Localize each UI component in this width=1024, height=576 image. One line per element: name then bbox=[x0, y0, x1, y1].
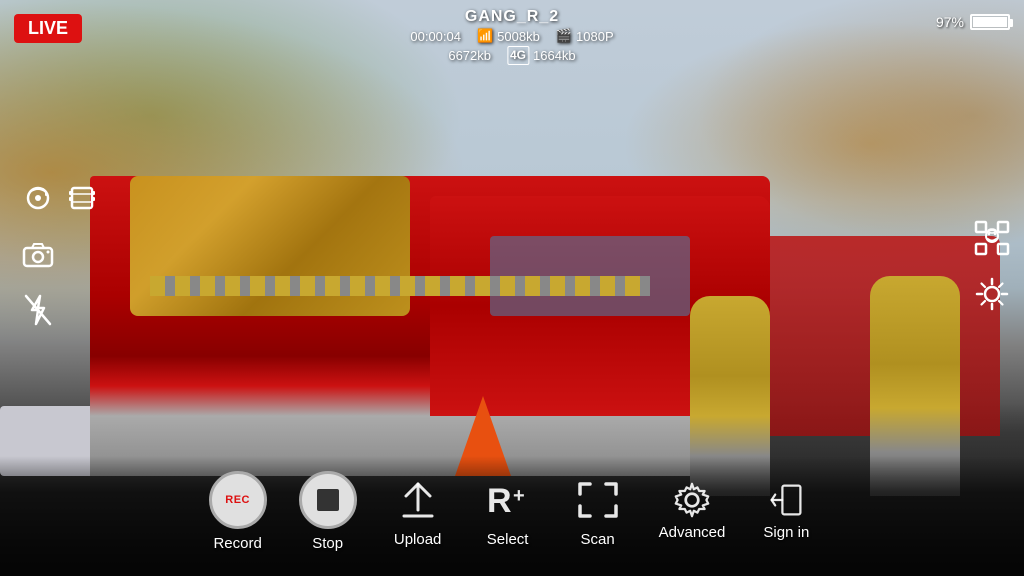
signin-label: Sign in bbox=[763, 524, 809, 541]
scan-button[interactable]: Scan bbox=[553, 465, 643, 568]
scan-label: Scan bbox=[581, 531, 615, 548]
upload-button[interactable]: Upload bbox=[373, 465, 463, 568]
advanced-label: Advanced bbox=[659, 524, 726, 541]
upload-label: Upload bbox=[394, 531, 442, 548]
brightness-icon[interactable] bbox=[974, 276, 1010, 312]
left-icons-panel bbox=[20, 180, 100, 328]
stop-button[interactable]: Stop bbox=[283, 461, 373, 572]
signin-button[interactable]: Sign in bbox=[741, 472, 831, 561]
record-button[interactable]: REC Record bbox=[193, 461, 283, 572]
rec-text: REC bbox=[225, 494, 250, 506]
film-mode-icon[interactable] bbox=[64, 180, 100, 216]
camera-view: LIVE GANG_R_2 00:00:04 📶 5008kb 🎬 1080P bbox=[0, 0, 1024, 576]
ladder bbox=[150, 276, 650, 296]
right-icons-panel bbox=[974, 220, 1010, 312]
live-badge[interactable]: LIVE bbox=[14, 14, 82, 43]
camera-360-icon[interactable] bbox=[20, 180, 56, 216]
rec-icon: REC bbox=[209, 471, 267, 529]
camera-mode-group bbox=[20, 180, 100, 216]
stop-icon bbox=[299, 471, 357, 529]
face-detect-icon[interactable] bbox=[974, 220, 1010, 256]
stop-label: Stop bbox=[312, 535, 343, 552]
record-label: Record bbox=[213, 535, 261, 552]
upload-icon bbox=[393, 475, 443, 525]
stop-square bbox=[317, 489, 339, 511]
select-label: Select bbox=[487, 531, 529, 548]
snapshot-icon[interactable] bbox=[20, 236, 56, 272]
bottom-control-bar: REC Record Stop bbox=[0, 456, 1024, 576]
select-icon: R + bbox=[483, 475, 533, 525]
svg-text:R: R bbox=[487, 482, 512, 520]
signin-icon bbox=[768, 482, 804, 518]
select-button[interactable]: R + Select bbox=[463, 465, 553, 568]
scan-icon bbox=[573, 475, 623, 525]
advanced-button[interactable]: Advanced bbox=[643, 472, 742, 561]
svg-text:+: + bbox=[513, 485, 525, 507]
flash-off-icon[interactable] bbox=[20, 292, 56, 328]
gear-icon-ctrl bbox=[674, 482, 710, 518]
